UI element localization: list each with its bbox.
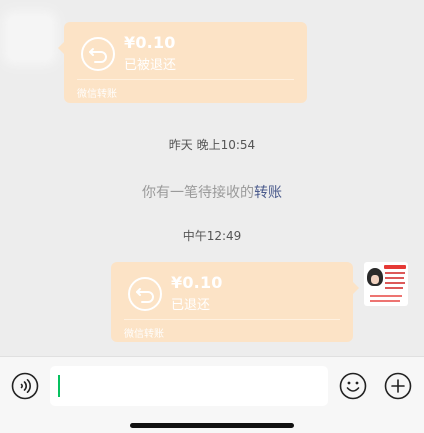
transfer-link[interactable]: 转账 [254, 185, 282, 201]
transfer-status: 已被退还 [124, 58, 177, 73]
transfer-footer: 微信转账 [77, 89, 117, 100]
card-divider [124, 319, 340, 320]
my-avatar[interactable] [364, 262, 408, 306]
refund-return-icon [80, 36, 116, 72]
transfer-amount: ¥0.10 [124, 33, 176, 52]
system-notice-text: 你有一笔待接收的 [142, 185, 254, 201]
avatar-line [370, 295, 402, 297]
sent-transfer-card[interactable]: ¥0.10 已退还 微信转账 [111, 262, 359, 342]
transfer-footer: 微信转账 [124, 329, 164, 340]
avatar-face [367, 268, 383, 286]
avatar-line [385, 272, 405, 274]
timestamp-yesterday: 昨天 晚上10:54 [168, 138, 256, 152]
contact-avatar[interactable] [8, 16, 52, 60]
refund-return-icon [127, 276, 163, 312]
system-notice: 你有一笔待接收的转账 [0, 182, 424, 202]
transfer-status: 已退还 [171, 298, 211, 313]
avatar-tag [384, 265, 406, 269]
emoji-icon[interactable] [339, 372, 367, 400]
avatar-line [370, 300, 400, 302]
plus-icon[interactable] [384, 372, 412, 400]
chat-area: ¥0.10 已被退还 微信转账 昨天 晚上10:54 你有一笔待接收的转账 中午… [0, 0, 424, 356]
card-divider [77, 79, 294, 80]
voice-input-icon[interactable] [11, 372, 39, 400]
timestamp-noon: 中午12:49 [182, 229, 242, 243]
avatar-line [385, 277, 404, 279]
input-bar [0, 356, 424, 433]
text-caret [58, 375, 60, 397]
transfer-amount: ¥0.10 [171, 273, 223, 292]
avatar-line [385, 287, 403, 289]
home-indicator[interactable] [130, 423, 294, 428]
avatar-line [385, 282, 405, 284]
received-transfer-card[interactable]: ¥0.10 已被退还 微信转账 [58, 22, 307, 103]
message-input[interactable] [50, 366, 328, 406]
